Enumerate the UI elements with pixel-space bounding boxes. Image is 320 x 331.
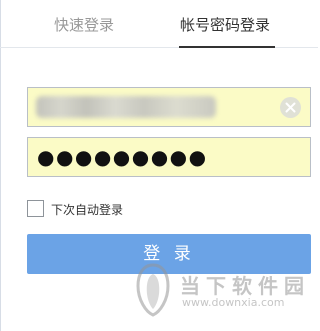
auto-login-checkbox[interactable] [27,200,44,217]
close-circle-icon[interactable] [280,97,301,118]
login-button[interactable]: 登 录 [27,234,311,274]
tab-quick-login[interactable]: 快速登录 [54,14,114,35]
login-tabs: 快速登录 帐号密码登录 [0,0,318,48]
password-mask: ●●●●●●●●● [37,145,208,169]
window-left-border [0,0,1,331]
password-field[interactable]: ●●●●●●●●● [27,137,311,177]
blurred-username-text [36,96,216,118]
watermark-url-text: www.downxia.com [182,296,285,309]
close-icon-glyph [285,102,296,113]
tab-account-password-login[interactable]: 帐号密码登录 [180,14,270,35]
watermark-brand-text: 当下软件园 [180,274,310,298]
active-tab-underline [179,46,275,48]
auto-login-label[interactable]: 下次自动登录 [51,201,123,218]
username-field[interactable] [27,87,311,127]
